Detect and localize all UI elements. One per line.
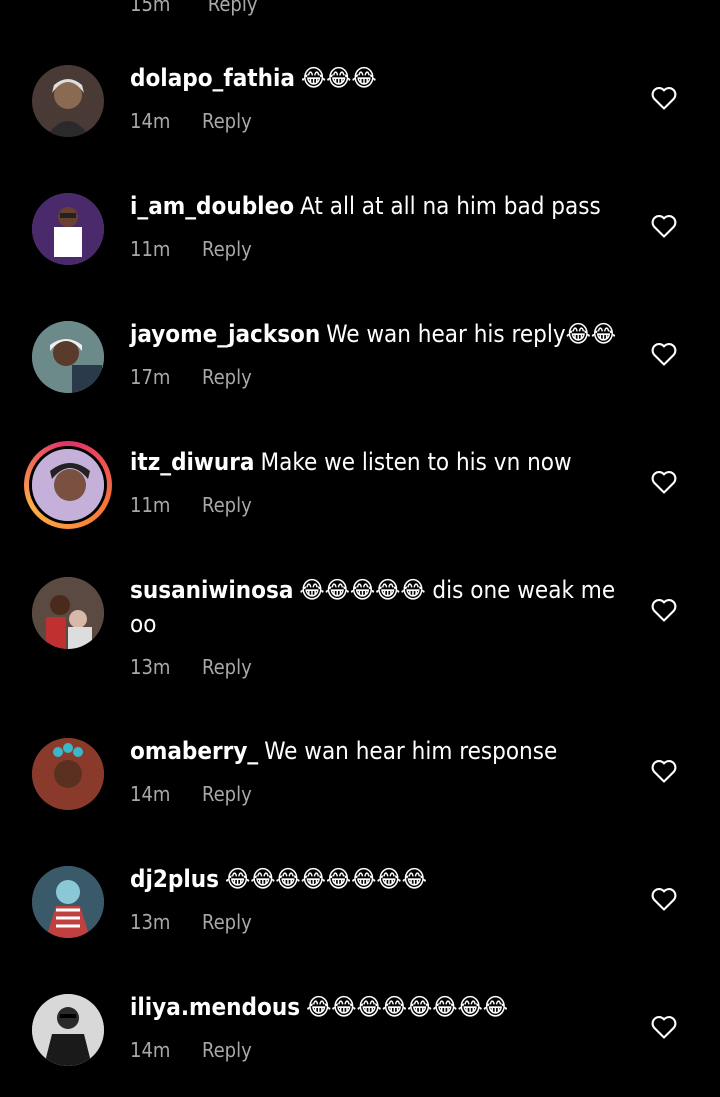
- comment-time: 11m: [130, 493, 171, 517]
- heart-outline-icon[interactable]: [650, 469, 678, 495]
- reply-button[interactable]: Reply: [202, 365, 252, 389]
- comment-time: 15m: [130, 0, 171, 16]
- reply-button[interactable]: Reply: [202, 1038, 252, 1062]
- reply-button[interactable]: Reply: [202, 237, 252, 261]
- avatar-with-story-ring[interactable]: [24, 441, 112, 529]
- comment-username[interactable]: jayome_jackson: [130, 320, 320, 348]
- avatar[interactable]: [32, 65, 104, 137]
- comment-time: 14m: [130, 109, 171, 133]
- avatar[interactable]: [32, 321, 104, 393]
- reply-button[interactable]: Reply: [202, 655, 252, 679]
- comment-text: Make we listen to his vn now: [260, 448, 572, 476]
- comment-time: 14m: [130, 1038, 171, 1062]
- heart-outline-icon[interactable]: [650, 341, 678, 367]
- heart-outline-icon[interactable]: [650, 758, 678, 784]
- comment-text: We wan hear him response: [264, 737, 558, 765]
- avatar[interactable]: [32, 866, 104, 938]
- previous-comment-partial: 15m Reply: [0, 0, 720, 20]
- comment-text: We wan hear his reply😂😂: [326, 320, 617, 348]
- reply-button[interactable]: Reply: [202, 109, 252, 133]
- reply-button[interactable]: Reply: [202, 493, 252, 517]
- avatar[interactable]: [32, 994, 104, 1066]
- comment-text: 😂😂😂: [300, 64, 377, 92]
- reply-button[interactable]: Reply: [202, 910, 252, 934]
- heart-outline-icon[interactable]: [650, 597, 678, 623]
- heart-outline-icon[interactable]: [650, 886, 678, 912]
- comment-username[interactable]: dj2plus: [130, 865, 219, 893]
- heart-outline-icon[interactable]: [650, 213, 678, 239]
- comment-username[interactable]: dolapo_fathia: [130, 64, 295, 92]
- comment-username[interactable]: iliya.mendous: [130, 993, 300, 1021]
- comment-username[interactable]: omaberry_: [130, 737, 258, 765]
- comment-meta: 15m Reply: [130, 0, 257, 16]
- comment-time: 13m: [130, 655, 171, 679]
- comment-username[interactable]: susaniwinosa: [130, 576, 293, 604]
- reply-button[interactable]: Reply: [202, 782, 252, 806]
- comment-text: 😂😂😂😂😂😂😂😂: [224, 865, 427, 893]
- avatar[interactable]: [32, 577, 104, 649]
- comment-time: 13m: [130, 910, 171, 934]
- heart-outline-icon[interactable]: [650, 1014, 678, 1040]
- heart-outline-icon[interactable]: [650, 85, 678, 111]
- avatar[interactable]: [32, 193, 104, 265]
- comment-time: 11m: [130, 237, 171, 261]
- comment-username[interactable]: i_am_doubleo: [130, 192, 294, 220]
- comment-time: 17m: [130, 365, 171, 389]
- comment-username[interactable]: itz_diwura: [130, 448, 254, 476]
- comment-time: 14m: [130, 782, 171, 806]
- reply-button[interactable]: Reply: [208, 0, 258, 16]
- avatar[interactable]: [32, 738, 104, 810]
- comment-text: 😂😂😂😂😂😂😂😂: [306, 993, 508, 1021]
- comment-text: At all at all na him bad pass: [300, 192, 601, 220]
